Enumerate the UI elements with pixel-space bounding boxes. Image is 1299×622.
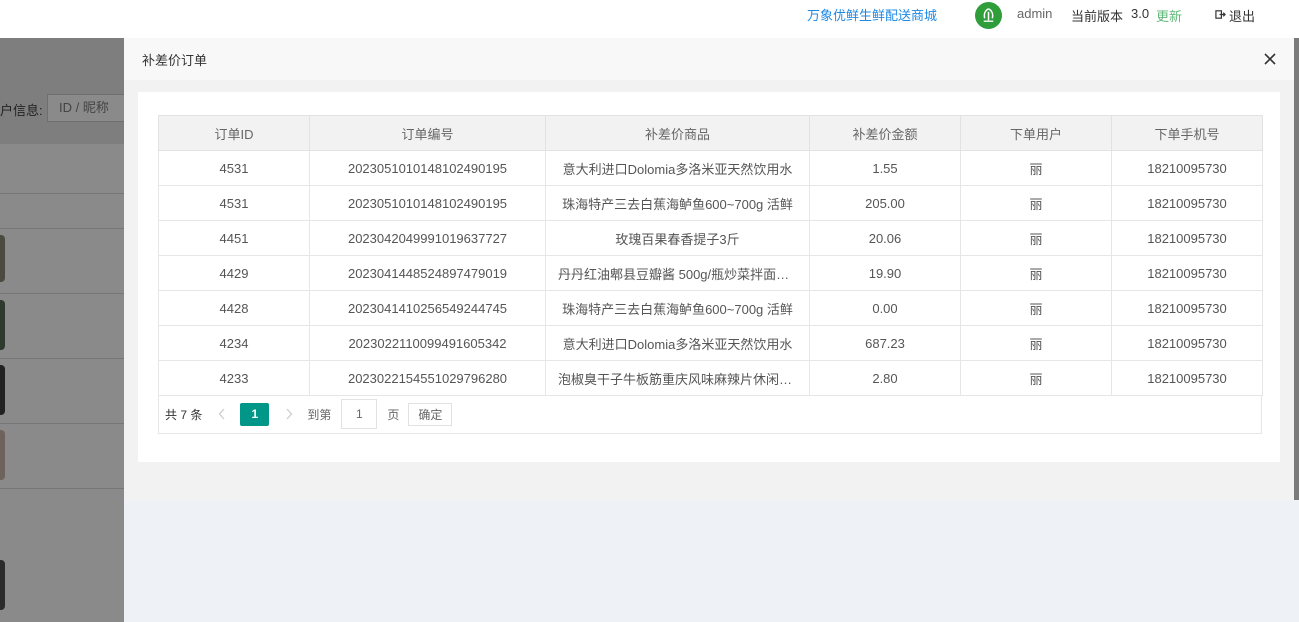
cell-product: 珠海特产三去白蕉海鲈鱼600~700g 活鲜 (545, 290, 810, 326)
column-header-user: 下单用户 (960, 115, 1112, 151)
cell-order-number: 2023022110099491605342 (309, 325, 546, 361)
table-row[interactable]: 4234 2023022110099491605342 意大利进口Dolomia… (158, 325, 1263, 361)
cell-amount: 687.23 (809, 325, 961, 361)
cell-amount: 0.00 (809, 290, 961, 326)
page-number-input[interactable]: 1 (341, 399, 378, 429)
product-thumbnail (0, 300, 5, 350)
pagination: 共 7 条 1 到第 1 页 确定 (158, 395, 1262, 434)
divider (0, 423, 124, 424)
shop-name-link[interactable]: 万象优鲜生鲜配送商城 (807, 5, 937, 24)
cell-order-id: 4429 (158, 255, 310, 291)
confirm-page-button[interactable]: 确定 (408, 402, 453, 426)
background-edge (1294, 38, 1299, 500)
cell-order-number: 2023022154551029796280 (309, 360, 546, 396)
user-name[interactable]: admin (1017, 6, 1052, 21)
cell-phone: 18210095730 (1111, 220, 1263, 256)
cell-user: 丽 (960, 185, 1112, 221)
divider (0, 228, 124, 229)
background-page: 户信息: ID / 昵称 (0, 38, 124, 622)
search-input[interactable]: ID / 昵称 (47, 94, 124, 122)
cell-phone: 18210095730 (1111, 290, 1263, 326)
pagination-total: 共 7 条 (165, 407, 203, 422)
cell-phone: 18210095730 (1111, 325, 1263, 361)
product-thumbnail (0, 430, 5, 480)
table-row[interactable]: 4429 2023041448524897479019 丹丹红油郫县豆瓣酱 50… (158, 255, 1263, 291)
table-header-row: 订单ID 订单编号 补差价商品 补差价金额 下单用户 下单手机号 (158, 115, 1263, 151)
logout-icon (1215, 8, 1226, 23)
table-row[interactable]: 4428 2023041410256549244745 珠海特产三去白蕉海鲈鱼6… (158, 290, 1263, 326)
cell-user: 丽 (960, 325, 1112, 361)
modal-header: 补差价订单 (124, 38, 1294, 80)
modal-footer-area (124, 500, 1299, 622)
cell-order-id: 4234 (158, 325, 310, 361)
cell-amount: 20.06 (809, 220, 961, 256)
cell-amount: 205.00 (809, 185, 961, 221)
divider (0, 193, 124, 194)
cell-order-id: 4531 (158, 185, 310, 221)
close-icon[interactable] (1262, 51, 1278, 67)
column-header-order-number: 订单编号 (309, 115, 546, 151)
cell-order-id: 4451 (158, 220, 310, 256)
modal-title: 补差价订单 (142, 53, 208, 68)
cell-product: 泡椒臭干子牛板筋重庆风味麻辣片休闲零食 (545, 360, 810, 396)
cell-amount: 19.90 (809, 255, 961, 291)
cell-product: 珠海特产三去白蕉海鲈鱼600~700g 活鲜 (545, 185, 810, 221)
cell-amount: 2.80 (809, 360, 961, 396)
logo-icon (975, 2, 1002, 29)
cell-user: 丽 (960, 220, 1112, 256)
cell-product: 意大利进口Dolomia多洛米亚天然饮用水 (545, 150, 810, 186)
cell-order-number: 2023051010148102490195 (309, 185, 546, 221)
cell-order-id: 4428 (158, 290, 310, 326)
divider (0, 488, 124, 489)
update-link[interactable]: 更新 (1156, 6, 1182, 25)
column-header-order-id: 订单ID (158, 115, 310, 151)
version-label: 当前版本 (1071, 9, 1124, 24)
cell-user: 丽 (960, 255, 1112, 291)
cell-user: 丽 (960, 290, 1112, 326)
product-thumbnail (0, 235, 5, 282)
logout-button[interactable]: 退出 (1215, 6, 1255, 25)
version-number: 3.0 (1131, 6, 1150, 21)
search-label: 户信息: (0, 103, 43, 118)
column-header-product: 补差价商品 (545, 115, 810, 151)
divider (0, 293, 124, 294)
cell-order-number: 2023041448524897479019 (309, 255, 546, 291)
product-thumbnail (0, 560, 5, 610)
product-thumbnail (0, 365, 5, 415)
price-diff-order-modal: 补差价订单 订单ID 订单编号 补差价商品 补差价金额 下单用户 下单手机号 4… (124, 38, 1299, 622)
prev-page-icon[interactable] (218, 408, 228, 420)
cell-order-id: 4531 (158, 150, 310, 186)
orders-table: 订单ID 订单编号 补差价商品 补差价金额 下单用户 下单手机号 4531 20… (158, 115, 1263, 396)
table-row[interactable]: 4233 2023022154551029796280 泡椒臭干子牛板筋重庆风味… (158, 360, 1263, 396)
cell-phone: 18210095730 (1111, 360, 1263, 396)
divider (0, 358, 124, 359)
cell-phone: 18210095730 (1111, 185, 1263, 221)
cell-product: 意大利进口Dolomia多洛米亚天然饮用水 (545, 325, 810, 361)
column-header-amount: 补差价金额 (809, 115, 961, 151)
cell-product: 玫瑰百果春香提子3斤 (545, 220, 810, 256)
page-label: 页 (387, 407, 400, 422)
cell-phone: 18210095730 (1111, 150, 1263, 186)
table-row[interactable]: 4531 2023051010148102490195 意大利进口Dolomia… (158, 150, 1263, 186)
table-row[interactable]: 4451 2023042049991019637727 玫瑰百果春香提子3斤 2… (158, 220, 1263, 256)
cell-order-number: 2023042049991019637727 (309, 220, 546, 256)
column-header-phone: 下单手机号 (1111, 115, 1263, 151)
cell-phone: 18210095730 (1111, 255, 1263, 291)
cell-order-id: 4233 (158, 360, 310, 396)
cell-order-number: 2023041410256549244745 (309, 290, 546, 326)
background-filter-area (0, 38, 124, 144)
cell-order-number: 2023051010148102490195 (309, 150, 546, 186)
cell-amount: 1.55 (809, 150, 961, 186)
next-page-icon[interactable] (285, 408, 295, 420)
goto-label: 到第 (307, 407, 332, 422)
current-page-button[interactable]: 1 (240, 402, 270, 426)
table-row[interactable]: 4531 2023051010148102490195 珠海特产三去白蕉海鲈鱼6… (158, 185, 1263, 221)
cell-user: 丽 (960, 360, 1112, 396)
logout-label: 退出 (1229, 9, 1256, 24)
top-header: 万象优鲜生鲜配送商城 admin 当前版本 3.0 更新 退出 (0, 0, 1299, 38)
cell-product: 丹丹红油郫县豆瓣酱 500g/瓶炒菜拌面调料 (545, 255, 810, 291)
table-card: 订单ID 订单编号 补差价商品 补差价金额 下单用户 下单手机号 4531 20… (138, 92, 1280, 462)
cell-user: 丽 (960, 150, 1112, 186)
